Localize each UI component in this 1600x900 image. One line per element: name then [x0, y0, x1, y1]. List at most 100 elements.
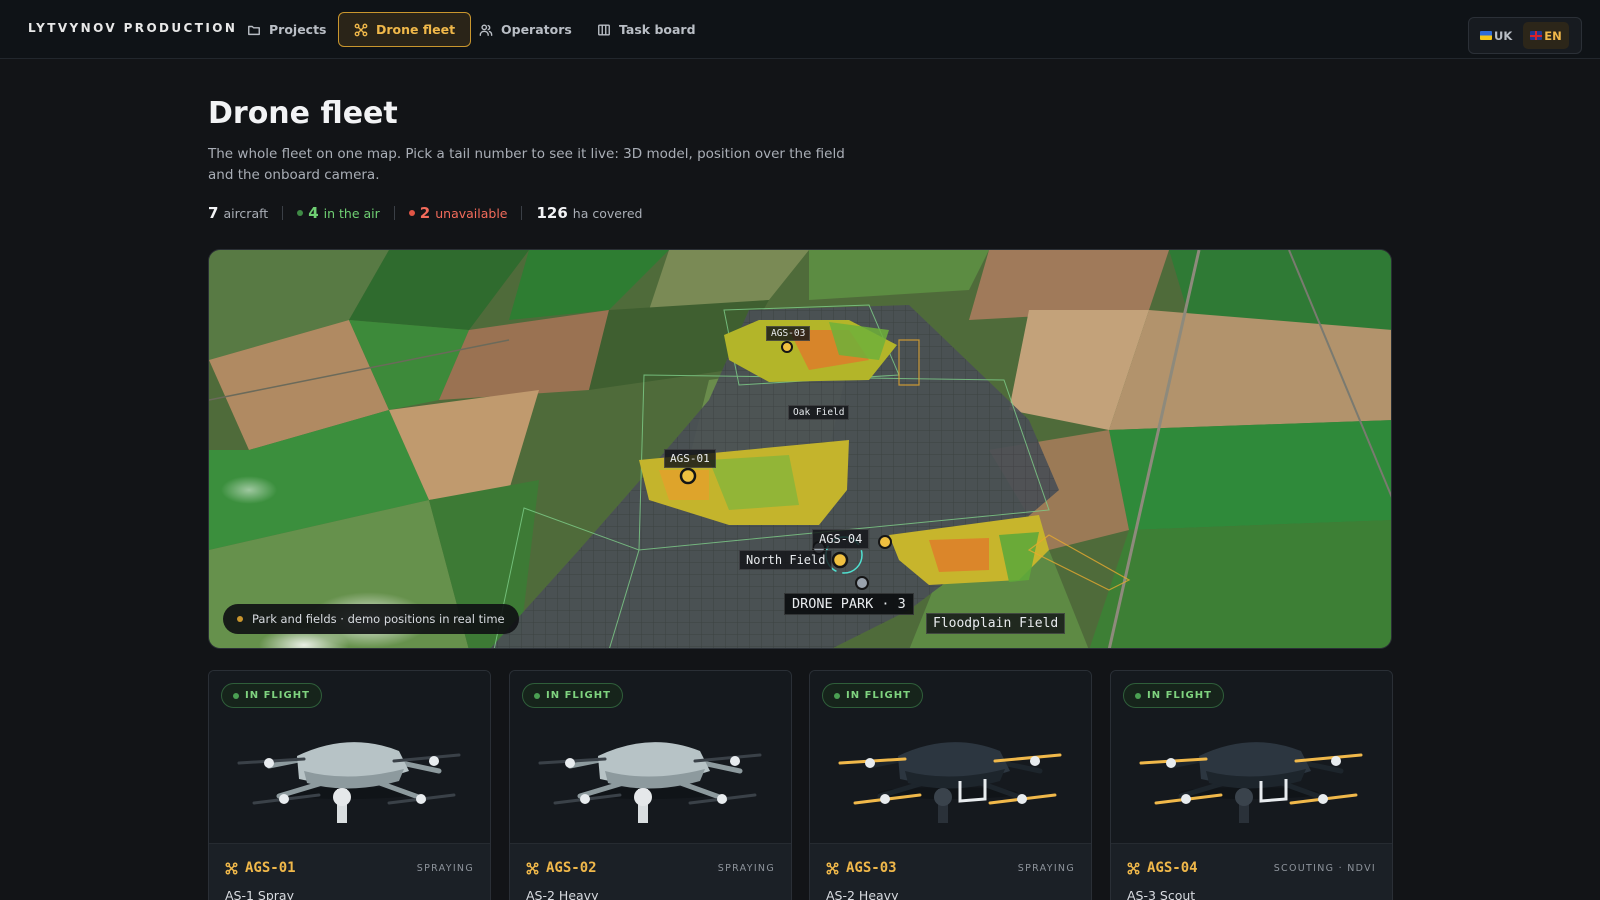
lang-code: UK [1494, 28, 1513, 43]
drone-model-name: AS-3 Scout [1127, 888, 1196, 900]
stat-value: 2 [419, 204, 431, 222]
drone-card-footer: AGS-03 SPRAYING AS-2 Heavy [810, 843, 1091, 900]
drone-icon [1127, 861, 1140, 875]
page-subtitle: The whole fleet on one map. Pick a tail … [208, 146, 845, 183]
divider [393, 206, 395, 220]
tail-number-text: AGS-01 [245, 860, 296, 876]
status-text: IN FLIGHT [846, 690, 911, 701]
stat-covered: 126 ha covered [536, 204, 642, 222]
top-nav: LYTVYNOV PRODUCTION Projects Drone fleet… [0, 0, 1600, 59]
status-dot-icon [233, 692, 239, 699]
status-dot-icon [534, 692, 540, 699]
fleet-stats: 7 aircraft 4 in the air 2 unavailable 12… [208, 204, 642, 222]
lang-option-uk[interactable]: UK [1473, 22, 1519, 49]
stat-aircraft: 7 aircraft [208, 204, 268, 222]
tab-projects[interactable]: Projects [232, 12, 342, 47]
status-text: IN FLIGHT [245, 690, 310, 701]
stat-label: unavailable [435, 205, 508, 221]
brand-logo[interactable]: LYTVYNOV PRODUCTION [28, 21, 237, 35]
status-badge: IN FLIGHT [822, 683, 923, 708]
flag-ua-icon [1480, 31, 1492, 40]
drone-icon [225, 861, 238, 875]
map-label-drone[interactable]: AGS-03 [766, 326, 811, 341]
tail-number[interactable]: AGS-04 [1127, 860, 1198, 876]
drone-model-preview[interactable]: IN FLIGHT [209, 671, 490, 843]
stat-label: aircraft [223, 205, 269, 221]
drone-card-footer: AGS-02 SPRAYING AS-2 Heavy [510, 843, 791, 900]
map-label-field: Floodplain Field [926, 613, 1066, 634]
drone-model-name: AS-2 Heavy [826, 888, 899, 900]
stat-value: 126 [536, 204, 568, 222]
drone-model-preview[interactable]: IN FLIGHT [810, 671, 1091, 843]
mission-type: SPRAYING [416, 863, 474, 874]
tail-number[interactable]: AGS-01 [225, 860, 296, 876]
drone-card-footer: AGS-04 SCOUTING · NDVI AS-3 Scout [1111, 843, 1392, 900]
stat-unavailable: 2 unavailable [408, 204, 508, 222]
folder-icon [248, 25, 260, 35]
stat-value: 7 [208, 204, 219, 222]
map-label-park: DRONE PARK · 3 [784, 593, 914, 615]
lang-option-en[interactable]: EN [1523, 22, 1569, 49]
tail-number-text: AGS-02 [546, 860, 597, 876]
drone-model-preview[interactable]: IN FLIGHT [510, 671, 791, 843]
drone-model-name: AS-1 Spray [225, 888, 294, 900]
drone-icon [526, 861, 539, 875]
tail-number[interactable]: AGS-02 [526, 860, 597, 876]
status-text: IN FLIGHT [546, 690, 611, 701]
drone-3d-model[interactable] [510, 711, 792, 843]
mission-type: SCOUTING · NDVI [1273, 863, 1376, 874]
stat-in-air: 4 in the air [297, 204, 380, 222]
drone-card[interactable]: IN FLIGHT AGS-02 SPRAYING AS-2 Heavy [509, 670, 792, 900]
status-badge: IN FLIGHT [522, 683, 623, 708]
status-badge: IN FLIGHT [1123, 683, 1224, 708]
status-dot-icon [297, 210, 304, 216]
tab-operators[interactable]: Operators [464, 12, 587, 47]
tail-number-text: AGS-04 [1147, 860, 1198, 876]
mission-type: SPRAYING [1017, 863, 1075, 874]
tab-task-board[interactable]: Task board [582, 12, 711, 47]
tab-drone-fleet[interactable]: Drone fleet [338, 12, 472, 47]
tab-label: Operators [501, 22, 572, 37]
fleet-map[interactable]: AGS-03 AGS-01 AGS-04 Oak Field North Fie… [208, 249, 1392, 649]
tab-label: Drone fleet [376, 22, 456, 37]
status-dot-icon [834, 692, 840, 699]
flag-gb-icon [1530, 31, 1543, 40]
drone-card[interactable]: IN FLIGHT AGS-01 SPRAYING AS-1 Spray [208, 670, 491, 900]
map-caption-text: Park and fields · demo positions in real… [252, 612, 505, 626]
stat-label: ha covered [572, 205, 643, 221]
drone-card[interactable]: IN FLIGHT AGS-03 SPRAYING AS-2 Heavy [809, 670, 1092, 900]
drone-icon [354, 23, 368, 36]
page-title: Drone fleet [208, 96, 398, 131]
map-label-drone[interactable]: AGS-04 [812, 529, 870, 549]
status-badge: IN FLIGHT [221, 683, 322, 708]
status-dot-icon [408, 210, 415, 216]
divider [521, 206, 523, 220]
drone-card-footer: AGS-01 SPRAYING AS-1 Spray [209, 843, 490, 900]
tab-label: Task board [619, 22, 696, 37]
drone-model-name: AS-2 Heavy [526, 888, 599, 900]
stat-label: in the air [323, 205, 380, 221]
status-dot-icon [1135, 692, 1141, 699]
lang-code: EN [1544, 28, 1562, 43]
drone-icon [826, 861, 839, 875]
map-canvas[interactable] [209, 250, 1392, 649]
drone-3d-model[interactable] [810, 711, 1092, 843]
map-label-drone[interactable]: AGS-01 [664, 449, 716, 468]
drone-card[interactable]: IN FLIGHT AGS-04 SCOUTING · NDVI AS-3 Sc… [1110, 670, 1393, 900]
users-icon [479, 23, 493, 36]
drone-model-preview[interactable]: IN FLIGHT [1111, 671, 1392, 843]
mission-type: SPRAYING [717, 863, 775, 874]
map-label-field: Oak Field [788, 405, 850, 420]
board-icon [598, 23, 610, 36]
tail-number-text: AGS-03 [846, 860, 897, 876]
live-dot-icon [237, 616, 243, 622]
drone-3d-model[interactable] [209, 711, 491, 843]
stat-value: 4 [308, 204, 319, 222]
status-text: IN FLIGHT [1147, 690, 1212, 701]
tail-number[interactable]: AGS-03 [826, 860, 897, 876]
tab-label: Projects [269, 22, 327, 37]
drone-3d-model[interactable] [1111, 711, 1393, 843]
map-caption: Park and fields · demo positions in real… [223, 604, 519, 634]
language-switcher: UK EN [1468, 17, 1582, 54]
map-label-field: North Field [739, 550, 833, 570]
